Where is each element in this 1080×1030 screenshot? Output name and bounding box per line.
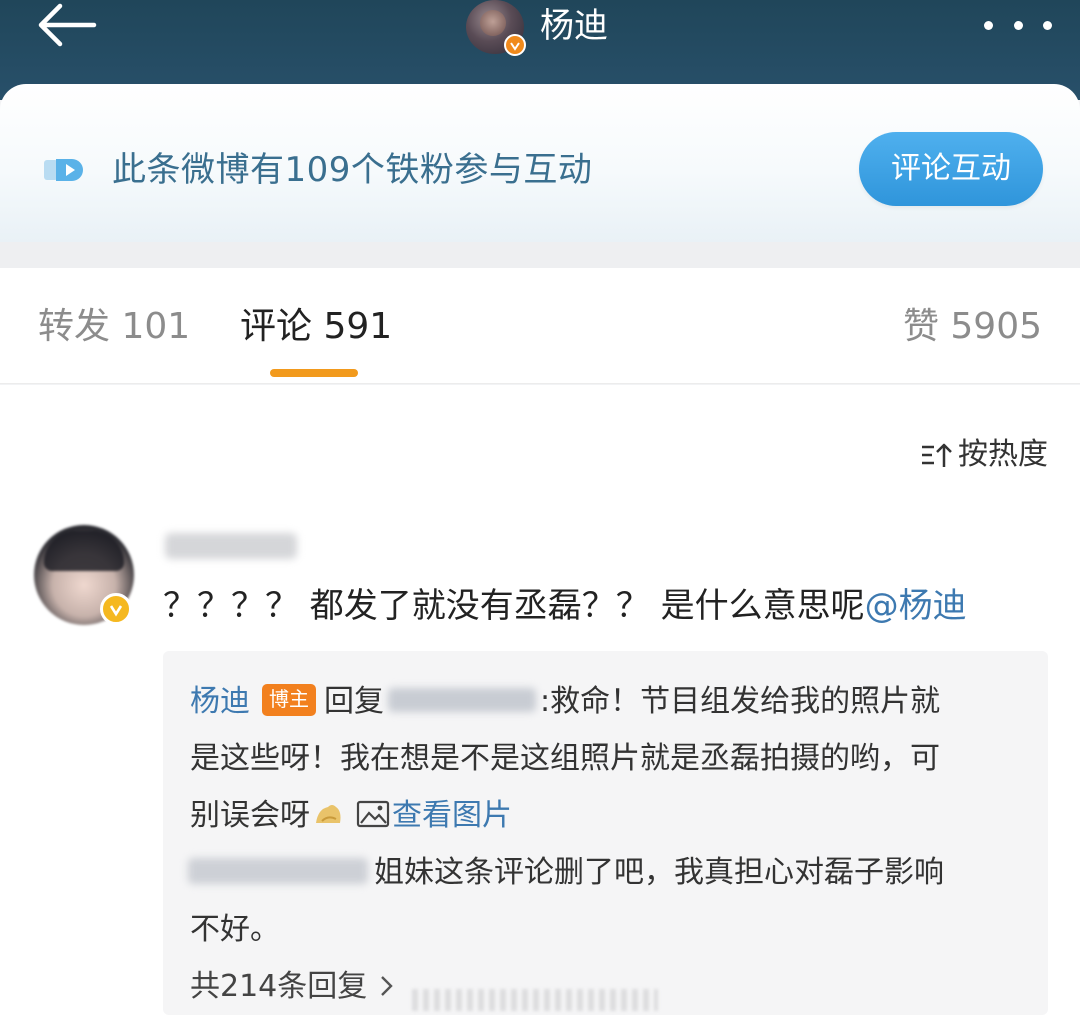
- tab-bar: 转发 101 评论 591 赞 5905: [0, 268, 1080, 384]
- author-tag-badge: 博主: [262, 683, 316, 716]
- comment-body: ？？？？ 都发了就没有丞磊？？ 是什么意思呢: [163, 586, 865, 626]
- sub-reply-text-1: 姐妹这条评论删了吧，我真担心对磊子影响: [374, 855, 944, 890]
- reply-line-2: 是这些呀！我在想是不是这组照片就是丞磊拍摄的哟，可: [190, 741, 940, 776]
- comment-interact-button[interactable]: 评论互动: [859, 132, 1043, 206]
- sub-replier-blurred[interactable]: [188, 857, 368, 884]
- section-divider: [0, 242, 1080, 268]
- reply-line-4: 姐妹这条评论删了吧，我真担心对磊子影响: [188, 844, 1010, 901]
- replied-user-blurred[interactable]: [388, 687, 536, 712]
- tab-repost[interactable]: 转发 101: [38, 304, 190, 350]
- reply-author[interactable]: 杨迪: [190, 684, 250, 719]
- picture-icon[interactable]: [356, 799, 390, 829]
- total-replies-link[interactable]: 共214条回复: [190, 969, 367, 1004]
- more-dots-icon[interactable]: [978, 8, 1058, 42]
- fan-badge-icon: [44, 159, 83, 181]
- comment-text: ？？？？ 都发了就没有丞磊？？ 是什么意思呢@杨迪: [163, 583, 967, 629]
- sort-button[interactable]: 按热度: [920, 435, 1048, 475]
- header-avatar[interactable]: [466, 0, 526, 56]
- tab-comment[interactable]: 评论 591: [240, 304, 392, 350]
- fan-banner-text: 此条微博有109个铁粉参与互动: [112, 150, 593, 190]
- reply-text-1: :救命！节目组发给我的照片就: [540, 684, 941, 719]
- reply-thread[interactable]: 杨迪 博主 回复 :救命！节目组发给我的照片就 是这些呀！我在想是不是这组照片就是丞磊…: [163, 651, 1048, 1015]
- reply-text-3: 别误会呀: [190, 798, 310, 833]
- page-title[interactable]: 杨迪: [540, 3, 608, 49]
- mention-link[interactable]: @杨迪: [865, 586, 967, 626]
- reply-word: 回复: [324, 684, 384, 719]
- back-arrow-icon[interactable]: [34, 2, 100, 48]
- sub-reply-text-2: 不好。: [190, 912, 280, 947]
- commenter-username-blurred[interactable]: [165, 533, 297, 559]
- sort-label: 按热度: [958, 437, 1048, 472]
- verified-badge-icon: [504, 34, 526, 56]
- emoji-icon: [316, 804, 341, 823]
- reply-line-1: 杨迪 博主 回复 :救命！节目组发给我的照片就: [190, 673, 1010, 730]
- verified-badge-icon: [100, 593, 132, 625]
- fan-interaction-banner: 此条微博有109个铁粉参与互动 评论互动: [0, 84, 1080, 242]
- tab-like[interactable]: 赞 5905: [903, 304, 1042, 350]
- watermark: [412, 989, 658, 1011]
- active-tab-indicator: [270, 369, 358, 377]
- sort-icon: [922, 443, 952, 467]
- view-picture-link[interactable]: 查看图片: [392, 798, 512, 833]
- comment-list: 按热度 ？？？？ 都发了就没有丞磊？？ 是什么意思呢@杨迪 杨迪 博主 回复 :救命！…: [0, 385, 1080, 1030]
- reply-line-3: 别误会呀 查看图片: [190, 787, 1010, 844]
- chevron-right-icon: [381, 975, 393, 996]
